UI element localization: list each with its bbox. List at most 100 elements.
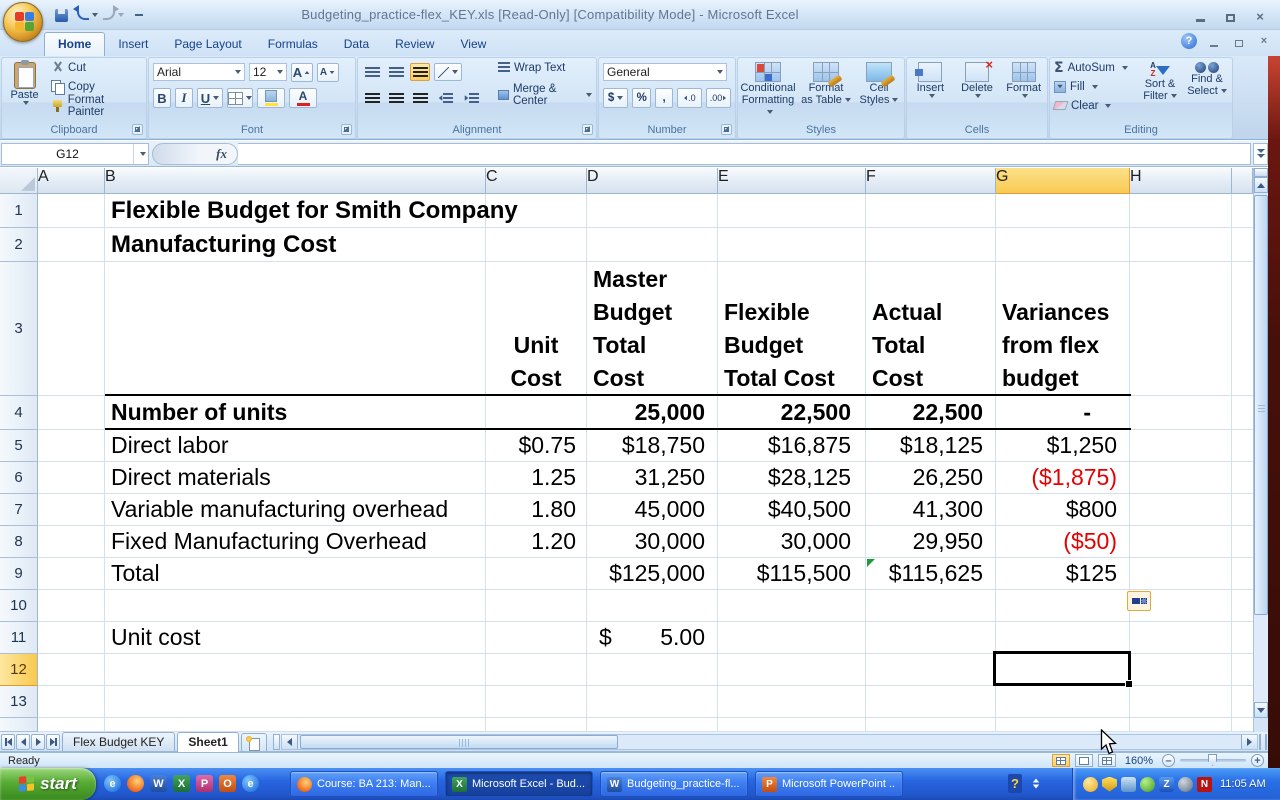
zoom-level[interactable]: 160% — [1125, 755, 1153, 767]
internet-explorer-icon[interactable]: e — [104, 775, 121, 792]
clipboard-dialog-launcher[interactable] — [132, 124, 143, 135]
column-header-h[interactable]: H — [1130, 168, 1232, 194]
normal-view-button[interactable] — [1051, 754, 1070, 767]
cell-d5[interactable]: $18,750 — [587, 430, 718, 462]
active-cell-border[interactable] — [993, 651, 1133, 688]
spreadsheet-grid[interactable]: A B C D E F G H 1 Flexible Budget for Sm… — [0, 168, 1253, 732]
middle-align-button[interactable] — [386, 63, 406, 81]
increase-decimal-button[interactable]: .0 — [676, 88, 702, 108]
word-icon[interactable]: W — [150, 775, 167, 792]
first-sheet-button[interactable] — [1, 733, 15, 750]
scroll-down-button[interactable] — [1254, 702, 1268, 718]
row-header-13[interactable]: 13 — [0, 686, 38, 718]
cell-b4[interactable]: Number of units — [105, 396, 486, 430]
row-header-6[interactable]: 6 — [0, 462, 38, 494]
column-header-partial[interactable] — [1232, 168, 1253, 194]
number-dialog-launcher[interactable] — [721, 124, 732, 135]
increase-indent-button[interactable] — [460, 89, 482, 107]
office-button[interactable] — [3, 2, 43, 42]
cell-f4[interactable]: 22,500 — [866, 396, 996, 430]
fill-button[interactable]: Fill — [1050, 77, 1136, 96]
cell-b2-title[interactable]: Manufacturing Cost — [105, 228, 486, 262]
horizontal-scroll-thumb[interactable] — [299, 734, 618, 749]
show-hidden-icons-button[interactable] — [1032, 778, 1040, 789]
smart-tag-button[interactable] — [1127, 591, 1151, 611]
cell-f9[interactable]: $115,625 — [866, 558, 996, 590]
tab-formulas[interactable]: Formulas — [255, 33, 331, 57]
tab-insert[interactable]: Insert — [105, 33, 161, 57]
cell-d9[interactable]: $125,000 — [587, 558, 718, 590]
cell-g5[interactable]: $1,250 — [996, 430, 1130, 462]
last-sheet-button[interactable] — [46, 733, 60, 750]
cell-b1-title[interactable]: Flexible Budget for Smith Company — [105, 194, 518, 228]
borders-button[interactable] — [227, 88, 253, 108]
column-header-d[interactable]: D — [587, 168, 718, 194]
next-sheet-button[interactable] — [31, 733, 45, 750]
cell-b6[interactable]: Direct materials — [105, 462, 486, 494]
autosum-button[interactable]: Σ AutoSum — [1050, 58, 1136, 77]
excel-icon[interactable]: X — [173, 775, 190, 792]
format-painter-button[interactable]: Format Painter — [47, 94, 146, 118]
row-header-14-partial[interactable] — [0, 718, 38, 732]
tab-view[interactable]: View — [447, 33, 499, 57]
alignment-dialog-launcher[interactable] — [582, 124, 593, 135]
row-header-4[interactable]: 4 — [0, 396, 38, 430]
zoom-out-button[interactable]: – — [1162, 754, 1175, 767]
cell-d4[interactable]: 25,000 — [587, 396, 718, 430]
formula-input[interactable] — [238, 142, 1251, 165]
font-color-button[interactable]: A — [289, 88, 317, 108]
insert-worksheet-button[interactable] — [240, 732, 267, 751]
bottom-align-button[interactable] — [410, 63, 430, 81]
tray-netsupport-icon[interactable]: N — [1197, 776, 1212, 792]
restore-button[interactable] — [1220, 8, 1240, 22]
cell-f3-header[interactable]: Actual Total Cost — [866, 262, 996, 396]
cell-e4[interactable]: 22,500 — [718, 396, 866, 430]
cell-d8[interactable]: 30,000 — [587, 526, 718, 558]
tab-review[interactable]: Review — [382, 33, 447, 57]
zoom-slider-handle[interactable] — [1208, 754, 1217, 766]
firefox-icon[interactable] — [127, 775, 144, 792]
zoom-in-button[interactable]: + — [1251, 754, 1264, 767]
publisher-icon[interactable]: P — [196, 775, 213, 792]
column-header-a[interactable]: A — [38, 168, 105, 194]
cell-e8[interactable]: 30,000 — [718, 526, 866, 558]
tab-home[interactable]: Home — [44, 32, 106, 56]
accounting-format-button[interactable]: $ — [603, 88, 629, 108]
expand-formula-bar-button[interactable] — [1253, 142, 1268, 165]
tab-page-layout[interactable]: Page Layout — [161, 33, 254, 57]
top-align-button[interactable] — [362, 63, 382, 81]
cell-c5[interactable]: $0.75 — [486, 430, 587, 462]
tab-data[interactable]: Data — [331, 33, 382, 57]
italic-button[interactable]: I — [175, 88, 193, 108]
cell-b5[interactable]: Direct labor — [105, 430, 486, 462]
conditional-formatting-button[interactable]: Conditional Formatting — [740, 58, 796, 118]
scroll-up-button[interactable] — [1254, 177, 1268, 193]
cell-g6-negative[interactable]: ($1,875) — [996, 462, 1130, 494]
shrink-font-button[interactable]: A — [317, 62, 339, 82]
font-family-select[interactable]: Arial — [153, 63, 245, 81]
row-header-12-selected[interactable]: 12 — [0, 654, 38, 686]
column-header-b[interactable]: B — [105, 168, 486, 194]
cell-g9[interactable]: $125 — [996, 558, 1130, 590]
cell-g3-header[interactable]: Variances from flex budget — [996, 262, 1130, 396]
close-button[interactable]: × — [1250, 8, 1270, 23]
percent-style-button[interactable]: % — [632, 88, 652, 108]
tray-shield-icon[interactable] — [1102, 776, 1117, 792]
cell-e3-header[interactable]: Flexible Budget Total Cost — [718, 262, 866, 396]
paste-button[interactable]: Paste — [2, 58, 47, 115]
sheet-tab-sheet1-active[interactable]: Sheet1 — [177, 731, 239, 752]
minimize-button[interactable] — [1190, 8, 1210, 22]
merge-center-button[interactable]: Merge & Center — [494, 83, 596, 107]
tray-tools-icon[interactable] — [1121, 776, 1136, 792]
column-header-g-selected[interactable]: G — [996, 168, 1130, 194]
cell-e6[interactable]: $28,125 — [718, 462, 866, 494]
internet-explorer-icon[interactable]: e — [242, 775, 259, 792]
cell-g8-negative[interactable]: ($50) — [996, 526, 1130, 558]
column-header-c[interactable]: C — [486, 168, 587, 194]
align-center-button[interactable] — [386, 89, 406, 107]
tab-area-resize-handle[interactable] — [1259, 733, 1267, 750]
help-notification-icon[interactable]: ? — [1008, 774, 1022, 793]
decrease-indent-button[interactable] — [434, 89, 456, 107]
vertical-split-handle[interactable] — [1254, 168, 1268, 177]
clear-button[interactable]: Clear — [1050, 96, 1136, 115]
